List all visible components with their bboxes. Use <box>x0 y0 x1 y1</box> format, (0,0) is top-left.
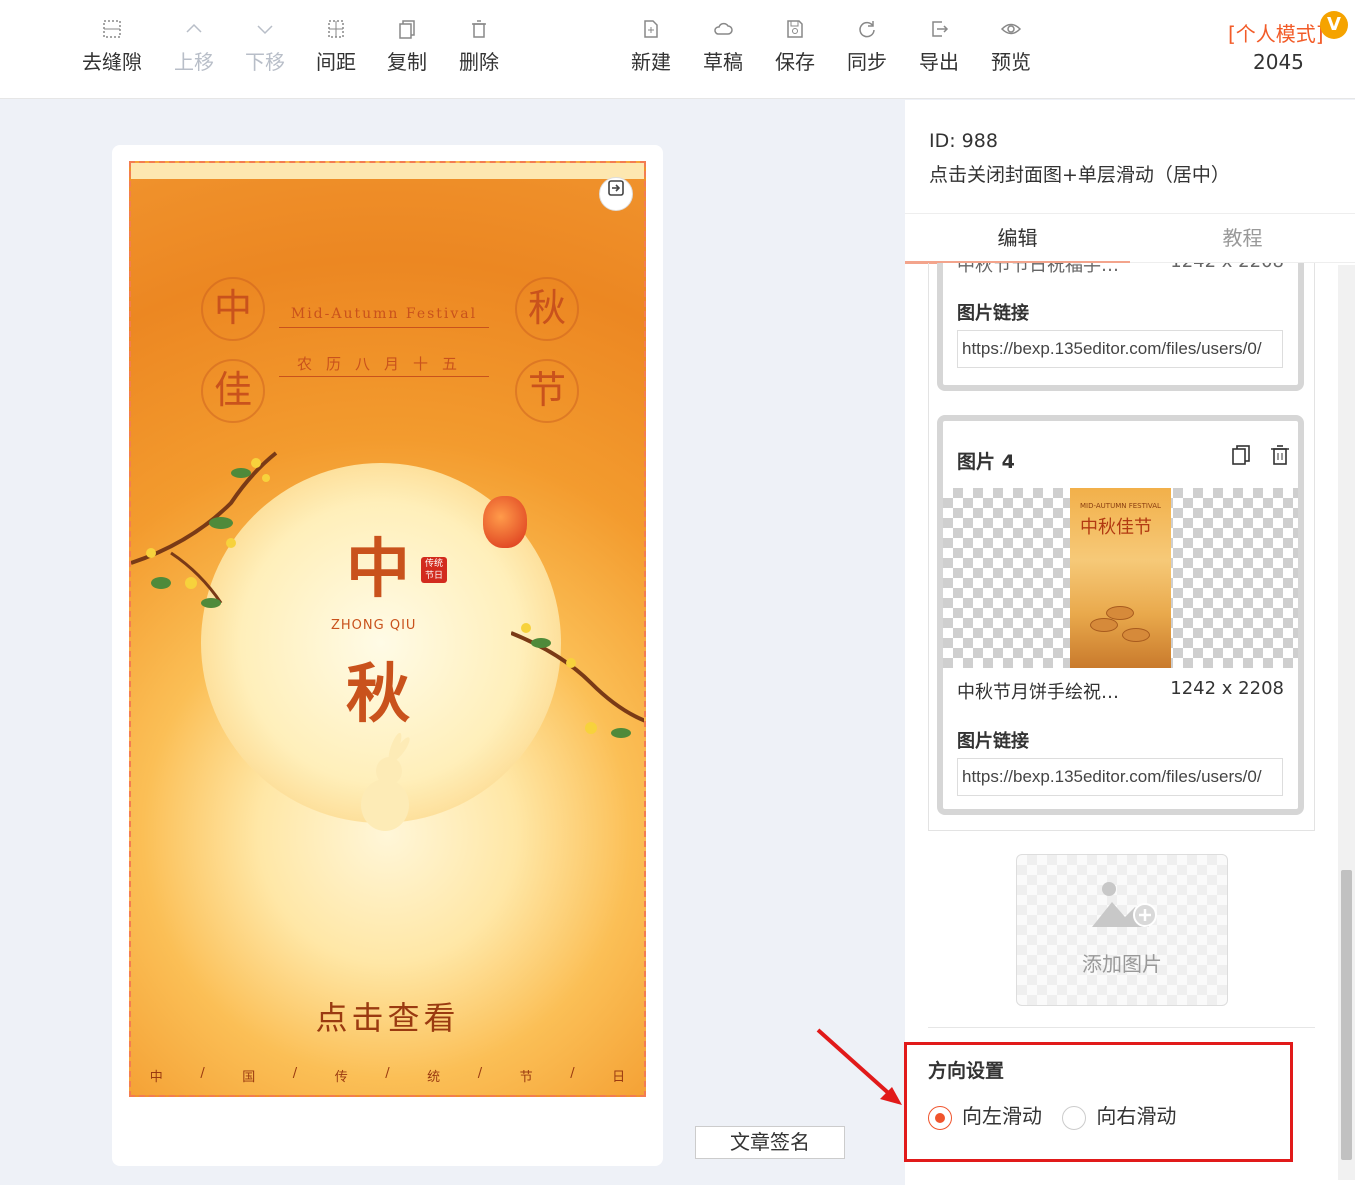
image-card-3: 中秋节节日祝福手… 1242 x 2208 图片链接 https://bexp.… <box>937 263 1304 391</box>
spacing-icon <box>300 14 372 46</box>
delete-button[interactable]: 删除 <box>443 14 515 78</box>
tab-tutorial[interactable]: 教程 <box>1130 214 1355 262</box>
scrollbar-thumb[interactable] <box>1341 870 1352 1160</box>
file-name: 中秋节节日祝福手… <box>957 263 1119 276</box>
sync-button[interactable]: 同步 <box>831 14 903 78</box>
trash-icon <box>443 14 515 46</box>
lantern <box>483 496 527 548</box>
copy-button[interactable]: 复制 <box>371 14 443 78</box>
poster-english-title: Mid-Autumn Festival <box>279 306 489 328</box>
image-link-input[interactable]: https://bexp.135editor.com/files/users/0… <box>957 330 1283 368</box>
eye-icon <box>975 14 1047 46</box>
highlight-box <box>904 1042 1293 1162</box>
image-link-label: 图片链接 <box>957 731 1029 752</box>
save-button[interactable]: 保存 <box>759 14 831 78</box>
copy-icon[interactable] <box>1229 443 1253 467</box>
move-down-button[interactable]: 下移 <box>229 14 301 78</box>
add-image-icon <box>1092 882 1157 927</box>
gap-icon <box>76 14 148 46</box>
footer-sep: / <box>385 1066 390 1081</box>
osmanthus-branch-right <box>511 623 644 738</box>
footer-sep: / <box>200 1066 205 1081</box>
divider <box>928 1027 1315 1028</box>
add-image-button[interactable]: 添加图片 <box>1016 854 1228 1006</box>
copy-icon <box>371 14 443 46</box>
arrow-down-icon <box>229 14 301 46</box>
footer-char: 国 <box>242 1070 256 1085</box>
footer-char: 传 <box>334 1070 348 1085</box>
draft-button[interactable]: 草稿 <box>687 14 759 78</box>
image-link-label: 图片链接 <box>957 303 1029 324</box>
footer-sep: / <box>477 1066 483 1081</box>
poster-top-strip <box>131 163 644 179</box>
article-signature-button[interactable]: 文章签名 <box>695 1126 845 1159</box>
footer-char: 日 <box>612 1070 626 1085</box>
poster-big-zhong: 中 <box>346 532 410 607</box>
poster-char-jia: 佳 <box>201 359 265 423</box>
sync-icon <box>831 14 903 46</box>
cloud-icon <box>687 14 759 46</box>
save-icon <box>759 14 831 46</box>
footer-sep: / <box>292 1066 298 1081</box>
mooncake <box>1106 606 1134 620</box>
poster-cta[interactable]: 点击查看 <box>131 993 644 1039</box>
footer-char: 中 <box>149 1070 163 1085</box>
poster-image[interactable]: 中 佳 秋 节 Mid-Autumn Festival 农历八月十五 中 传统节… <box>129 161 646 1097</box>
export-icon <box>903 14 975 46</box>
osmanthus-branch-left <box>131 451 278 608</box>
spacing-button[interactable]: 间距 <box>300 14 372 78</box>
footer-char: 节 <box>519 1070 533 1085</box>
remove-gap-button[interactable]: 去缝隙 <box>76 14 148 78</box>
new-button[interactable]: 新建 <box>615 14 687 78</box>
mooncake <box>1090 618 1118 632</box>
personal-mode-link[interactable]: [个人模式] <box>1228 18 1324 47</box>
poster-pinyin: ZHONG QIU <box>331 618 417 633</box>
template-name: 点击关闭封面图+单层滑动（居中） <box>929 164 1230 186</box>
file-size: 1242 x 2208 <box>1170 678 1284 699</box>
template-id: ID: 988 <box>929 130 998 152</box>
file-name: 中秋节月饼手绘祝… <box>957 682 1119 703</box>
thumbnail-cn: 中秋佳节 <box>1080 517 1152 538</box>
toolbar: 去缝隙 上移 下移 间距 复制 删除 新建 草稿 保存 同步 导出 预览 [个人… <box>0 0 1355 99</box>
poster-big-qiu: 秋 <box>346 657 410 732</box>
panel-scrollbar[interactable] <box>1338 265 1355 1180</box>
footer-char: 统 <box>427 1070 441 1085</box>
trash-icon[interactable] <box>1268 443 1292 467</box>
image-card-4: 图片 4 MID-AUTUMN FESTIVAL 中秋佳节 中秋节月饼手绘祝… … <box>937 415 1304 815</box>
poster-seal: 传统节日 <box>421 557 447 583</box>
preview-button[interactable]: 预览 <box>975 14 1047 78</box>
panel-tabs: 编辑 教程 <box>905 213 1355 264</box>
mooncake <box>1122 628 1150 642</box>
poster-char-qiu: 秋 <box>515 277 579 341</box>
move-up-button[interactable]: 上移 <box>158 14 230 78</box>
image-card-title: 图片 4 <box>957 451 1015 473</box>
settings-panel: ID: 988 点击关闭封面图+单层滑动（居中） 编辑 教程 中秋节节日祝福手…… <box>905 100 1355 1185</box>
card-actions <box>1219 443 1292 471</box>
footer-sep: / <box>570 1066 575 1081</box>
poster-footer: 中 / 国 / 传 / 统 / 节 / 日 <box>131 1066 644 1085</box>
thumbnail-title: MID-AUTUMN FESTIVAL <box>1080 502 1161 510</box>
exit-icon <box>608 180 624 196</box>
close-cover-button[interactable] <box>599 177 633 211</box>
file-size: 1242 x 2208 <box>1170 263 1284 272</box>
image-thumbnail-area[interactable]: MID-AUTUMN FESTIVAL 中秋佳节 <box>943 488 1298 668</box>
tab-edit[interactable]: 编辑 <box>905 214 1130 262</box>
poster-lunar-date: 农历八月十五 <box>279 353 489 377</box>
add-image-label: 添加图片 <box>1082 952 1162 976</box>
image-link-input[interactable]: https://bexp.135editor.com/files/users/0… <box>957 758 1283 796</box>
poster-char-zhong: 中 <box>201 277 265 341</box>
new-file-icon <box>615 14 687 46</box>
export-button[interactable]: 导出 <box>903 14 975 78</box>
poster-char-jie: 节 <box>515 359 579 423</box>
rabbit-silhouette <box>361 733 410 831</box>
image-thumbnail: MID-AUTUMN FESTIVAL 中秋佳节 <box>1070 488 1171 668</box>
vip-badge: V <box>1320 11 1348 39</box>
arrow-up-icon <box>158 14 230 46</box>
account-count: 2045 <box>1253 50 1304 74</box>
annotation-arrow-icon <box>816 1028 902 1105</box>
